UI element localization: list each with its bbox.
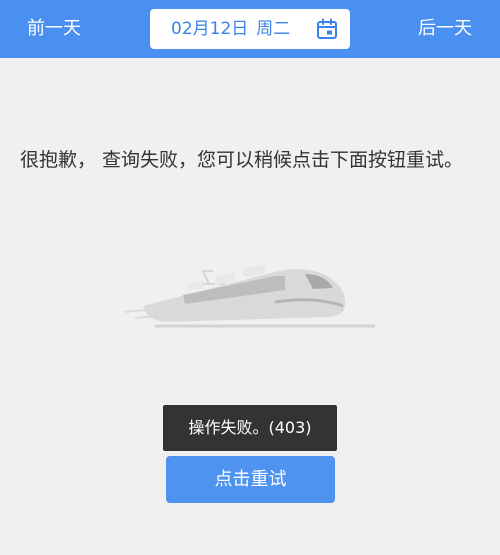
date-display: 02月12日 周二 xyxy=(171,9,290,49)
calendar-icon[interactable] xyxy=(316,18,338,40)
next-day-button[interactable]: 后一天 xyxy=(418,0,472,58)
weekday-value: 周二 xyxy=(256,19,291,39)
error-toast: 操作失败。(403) xyxy=(163,405,337,451)
top-bar: 前一天 02月12日 周二 后一天 xyxy=(0,0,500,58)
train-icon xyxy=(125,264,375,328)
date-picker[interactable]: 02月12日 周二 xyxy=(150,9,350,49)
retry-button[interactable]: 点击重试 xyxy=(166,456,335,503)
prev-day-button[interactable]: 前一天 xyxy=(27,0,81,58)
error-message: 很抱歉， 查询失败，您可以稍候点击下面按钮重试。 xyxy=(20,149,464,171)
date-value: 02月12日 xyxy=(171,19,249,39)
